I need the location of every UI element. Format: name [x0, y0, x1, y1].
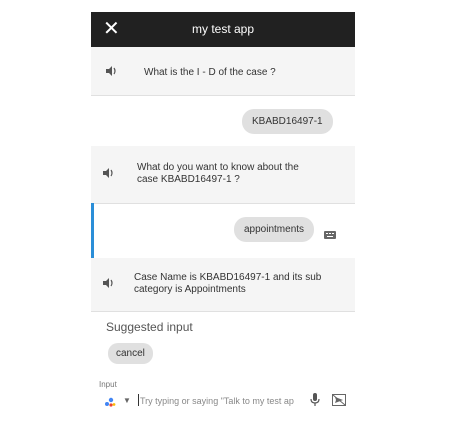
speaker-icon[interactable] — [103, 168, 115, 178]
suggestion-chip-cancel[interactable]: cancel — [108, 343, 153, 364]
input-label: Input — [99, 380, 117, 389]
chevron-down-icon[interactable]: ▼ — [123, 396, 131, 406]
speaker-icon[interactable] — [106, 66, 118, 76]
message-input[interactable] — [140, 393, 300, 409]
user-reply-bubble: appointments — [234, 217, 315, 242]
bot-message-text: What do you want to know about the case … — [137, 162, 299, 185]
assistant-dots-icon[interactable] — [104, 395, 118, 407]
bot-message-text: What is the I - D of the case ? — [144, 67, 276, 78]
suggested-input-label: Suggested input — [106, 320, 193, 334]
bot-message-block: What do you want to know about the case … — [91, 146, 355, 203]
divider — [91, 203, 355, 204]
keyboard-icon — [324, 226, 336, 239]
app-window: ✕ my test app What is the I - D of the c… — [91, 12, 355, 414]
divider — [91, 311, 355, 312]
input-bar: ▼ — [98, 391, 348, 413]
bot-message-text: Case Name is KBABD16497-1 and its sub ca… — [134, 272, 322, 295]
bot-message-block: Case Name is KBABD16497-1 and its sub ca… — [91, 258, 355, 311]
speaker-icon[interactable] — [103, 278, 115, 288]
bot-message-block: What is the I - D of the case ? — [91, 47, 355, 95]
send-icon[interactable] — [332, 393, 346, 407]
title-bar: ✕ my test app — [91, 12, 355, 47]
text-cursor — [138, 394, 139, 406]
microphone-icon[interactable] — [310, 393, 320, 407]
divider — [91, 95, 355, 96]
app-title: my test app — [191, 22, 255, 36]
user-reply-bubble: KBABD16497-1 — [242, 109, 333, 134]
